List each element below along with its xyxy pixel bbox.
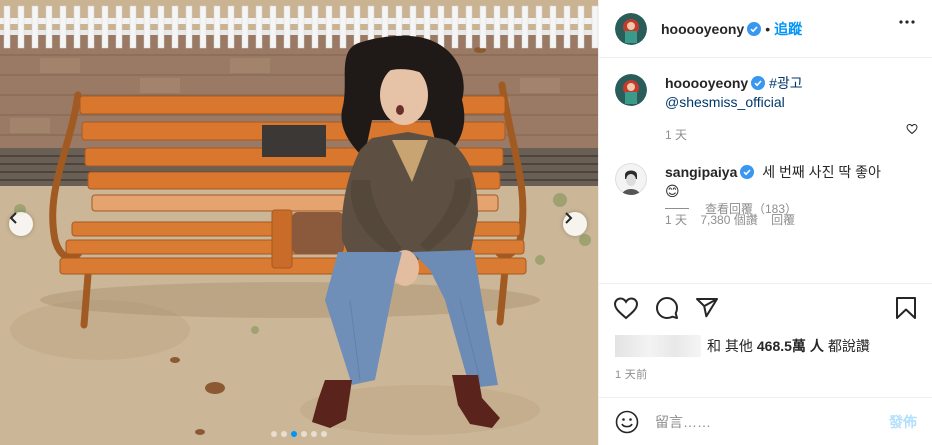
post-comment-button[interactable]: 發佈: [889, 412, 917, 432]
carousel-dot: [281, 431, 287, 437]
comment-composer: 發佈: [599, 397, 932, 445]
verified-badge-icon: [751, 76, 766, 90]
likes-suffix: 都說讚: [827, 338, 870, 354]
caption-username[interactable]: hooooyeony: [665, 75, 748, 91]
bookmark-icon[interactable]: [895, 296, 917, 320]
carousel-dot: [291, 431, 297, 437]
more-options-icon[interactable]: [899, 20, 915, 24]
caption-time[interactable]: 1 天: [665, 128, 687, 142]
carousel-dot: [301, 431, 307, 437]
commenter-avatar[interactable]: [615, 163, 647, 195]
carousel-dot: [321, 431, 327, 437]
blurred-liker-names: [615, 335, 701, 357]
caption-mention[interactable]: @shesmiss_official: [665, 94, 785, 110]
carousel-indicator: [0, 431, 598, 437]
author-username[interactable]: hooooyeony: [661, 21, 744, 37]
photo-illustration: [0, 0, 598, 445]
caption-avatar-image: [615, 74, 647, 106]
commenter-username[interactable]: sangipaiya: [665, 164, 737, 180]
chevron-left-icon: [9, 212, 17, 224]
likes-prefix: 和 其他: [707, 338, 753, 354]
comment-emoji: 😊: [665, 183, 680, 199]
carousel-next-button[interactable]: [563, 212, 587, 236]
header-separator: •: [765, 20, 771, 37]
post-header: hooooyeony • 追蹤: [599, 0, 932, 58]
author-avatar[interactable]: [615, 12, 647, 45]
post-timestamp[interactable]: 1 天前: [615, 366, 647, 382]
action-bar: [599, 283, 932, 331]
caption: hooooyeony #광고 @shesmiss_official 1 天: [615, 74, 917, 145]
caption-hashtag[interactable]: #광고: [769, 75, 803, 91]
caption-avatar[interactable]: [615, 74, 647, 106]
chevron-right-icon: [565, 212, 573, 224]
instagram-post: hooooyeony • 追蹤 hooooyeony #광고 @shesmiss…: [0, 0, 932, 445]
comment-text: 세 번째 사진 딱 좋아: [762, 164, 881, 180]
carousel-dot: [271, 431, 277, 437]
view-replies-label: 查看回覆（183）: [705, 202, 798, 216]
likes-summary[interactable]: 和 其他 468.5萬 人 都說讚: [615, 331, 870, 361]
author-avatar-image: [615, 12, 647, 45]
view-replies-button[interactable]: 查看回覆（183）: [665, 200, 797, 217]
commenter-avatar-image: [615, 163, 647, 195]
verified-badge-icon: [740, 165, 755, 179]
emoji-icon[interactable]: [615, 410, 639, 434]
share-icon[interactable]: [695, 296, 719, 320]
comment-like-heart-icon[interactable]: [906, 123, 918, 135]
post-photo[interactable]: [0, 0, 598, 445]
carousel-prev-button[interactable]: [9, 212, 33, 236]
heart-icon[interactable]: [613, 296, 639, 320]
likes-count[interactable]: 468.5萬 人: [757, 336, 824, 356]
follow-button[interactable]: 追蹤: [774, 19, 802, 39]
comment-input[interactable]: [655, 413, 881, 430]
carousel-dot: [311, 431, 317, 437]
post-side-panel: hooooyeony • 追蹤 hooooyeony #광고 @shesmiss…: [598, 0, 932, 445]
comments-section: hooooyeony #광고 @shesmiss_official 1 天 sa…: [599, 58, 932, 293]
comment-icon[interactable]: [655, 296, 679, 320]
view-replies-divider: [665, 208, 689, 209]
comment-item: sangipaiya 세 번째 사진 딱 좋아 😊 1 天 7,380 個讚 回…: [615, 163, 917, 230]
verified-badge-icon: [747, 21, 762, 36]
